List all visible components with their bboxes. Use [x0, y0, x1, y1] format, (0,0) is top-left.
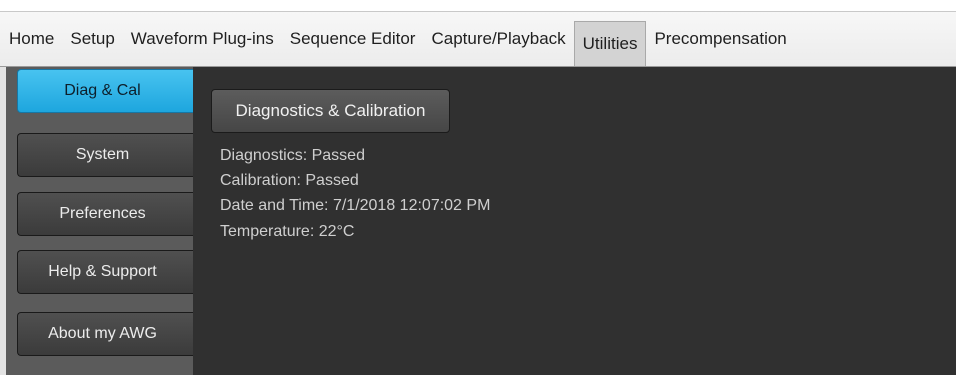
calibration-status: Calibration: Passed — [220, 172, 359, 189]
tab-setup[interactable]: Setup — [62, 12, 122, 66]
tab-waveform-plug-ins[interactable]: Waveform Plug-ins — [123, 12, 282, 66]
sidebar-item-help-support[interactable]: Help & Support — [17, 250, 199, 294]
main-tab-bar: Home Setup Waveform Plug-ins Sequence Ed… — [0, 12, 956, 67]
sidebar-item-about-my-awg[interactable]: About my AWG — [17, 312, 199, 356]
tab-utilities[interactable]: Utilities — [573, 21, 647, 66]
tab-home[interactable]: Home — [0, 12, 62, 66]
tab-capture-playback[interactable]: Capture/Playback — [423, 12, 573, 66]
sidebar-item-preferences[interactable]: Preferences — [17, 192, 199, 236]
tab-sequence-editor[interactable]: Sequence Editor — [282, 12, 424, 66]
tab-precompensation[interactable]: Precompensation — [646, 12, 794, 66]
awg-window: Home Setup Waveform Plug-ins Sequence Ed… — [0, 0, 956, 375]
utilities-sidebar: Diag & Cal System Preferences Help & Sup… — [0, 67, 199, 375]
sidebar-item-system[interactable]: System — [17, 133, 199, 177]
temperature-readout: Temperature: 22°C — [220, 223, 355, 240]
diagnostics-calibration-button[interactable]: Diagnostics & Calibration — [211, 89, 450, 133]
sidebar-item-diag-cal[interactable]: Diag & Cal — [17, 69, 199, 113]
diag-cal-panel: Diagnostics & Calibration Diagnostics: P… — [193, 67, 956, 375]
diagnostics-status: Diagnostics: Passed — [220, 147, 365, 164]
date-time-readout: Date and Time: 7/1/2018 12:07:02 PM — [220, 197, 491, 214]
